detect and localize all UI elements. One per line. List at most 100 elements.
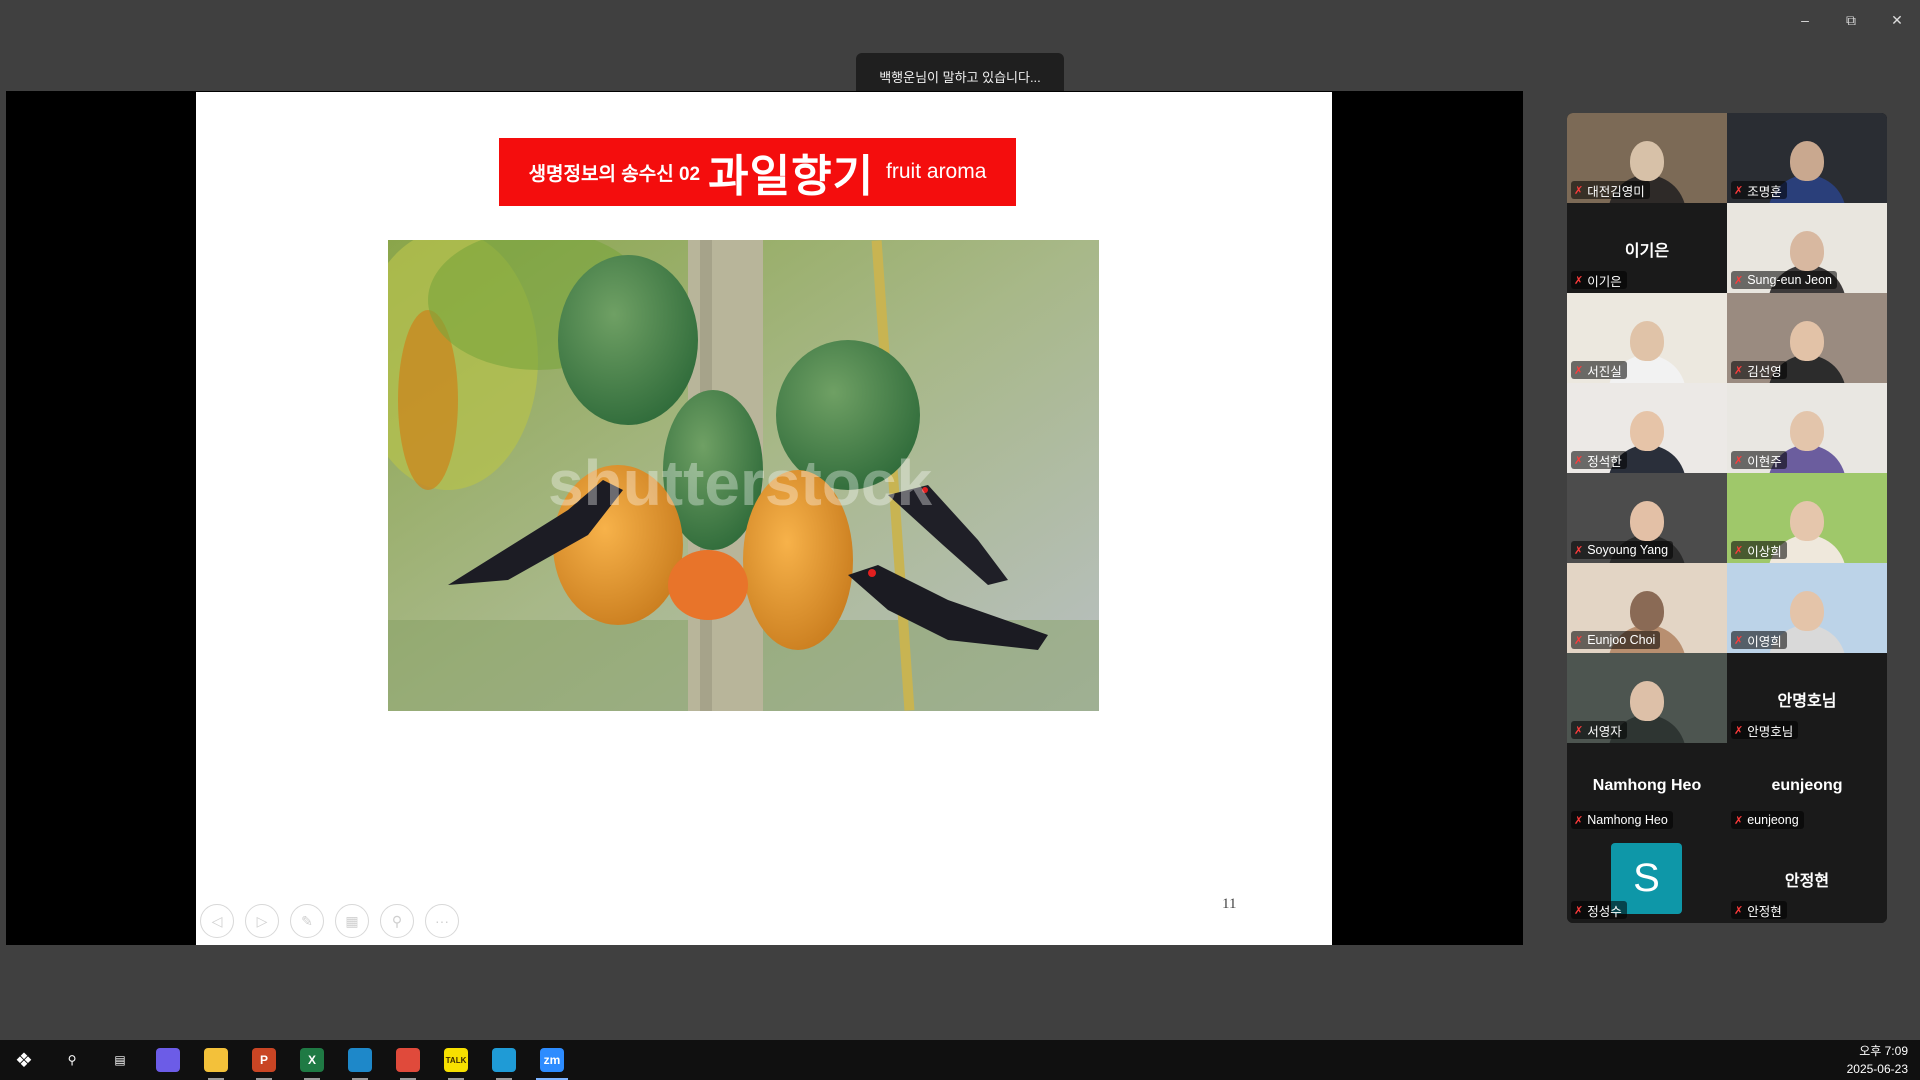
search-icon[interactable]: ⚲ <box>48 1040 96 1080</box>
excel-icon[interactable]: X <box>288 1040 336 1080</box>
task-view-glyph: ▤ <box>114 1053 126 1067</box>
muted-mic-icon: ✗ <box>1734 544 1744 557</box>
muted-mic-icon: ✗ <box>1574 634 1584 647</box>
participant-name-label: ✗ 김선영 <box>1731 361 1787 379</box>
slide-page-number: 11 <box>1222 896 1237 912</box>
participant-name: 이기은 <box>1587 274 1622 289</box>
participant-face <box>1630 681 1664 721</box>
powerpoint-icon[interactable]: P <box>240 1040 288 1080</box>
participant-tile[interactable]: ✗ Soyoung Yang <box>1567 473 1727 563</box>
chrome-icon[interactable] <box>384 1040 432 1080</box>
participant-name-label: ✗ Sung-eun Jeon <box>1731 271 1838 289</box>
participant-tile[interactable]: ✗ 대전김영미 <box>1567 113 1727 203</box>
participant-face <box>1790 411 1824 451</box>
participant-face <box>1790 501 1824 541</box>
start-icon[interactable]: ❖ <box>0 1040 48 1080</box>
participant-tile[interactable]: eunjeong ✗ eunjeong <box>1727 743 1887 833</box>
kakaotalk-icon[interactable]: TALK <box>432 1040 480 1080</box>
participant-tile[interactable]: ✗ Sung-eun Jeon <box>1727 203 1887 293</box>
participant-tile[interactable]: ✗ 이영희 <box>1727 563 1887 653</box>
participant-name: 대전김영미 <box>1587 184 1645 199</box>
windows-taskbar: ❖ ⚲ ▤ P X TALK zm <box>0 1040 1920 1080</box>
muted-mic-icon: ✗ <box>1574 904 1584 917</box>
muted-mic-icon: ✗ <box>1574 544 1584 557</box>
participant-tile[interactable]: ✗ 서진실 <box>1567 293 1727 383</box>
participant-name-label: ✗ Eunjoo Choi <box>1571 631 1661 649</box>
excel-glyph: X <box>300 1048 324 1072</box>
participant-name: 정성수 <box>1587 904 1622 919</box>
prev-slide-icon[interactable]: ◁ <box>200 904 234 938</box>
participant-tile[interactable]: 안정현 ✗ 안정현 <box>1727 833 1887 923</box>
search-glyph: ⚲ <box>67 1053 77 1067</box>
slide-title-main: 과일향기 <box>708 152 875 201</box>
pen-icon[interactable]: ✎ <box>290 904 324 938</box>
muted-mic-icon: ✗ <box>1574 364 1584 377</box>
task-view-icon[interactable]: ▤ <box>96 1040 144 1080</box>
file-explorer-icon[interactable] <box>192 1040 240 1080</box>
participant-face <box>1790 591 1824 631</box>
participant-name: 김선영 <box>1747 364 1782 379</box>
participant-tile[interactable]: ✗ 서영자 <box>1567 653 1727 743</box>
participant-name: 안명호님 <box>1747 724 1794 739</box>
close-icon[interactable]: ✕ <box>1874 0 1920 40</box>
muted-mic-icon: ✗ <box>1734 184 1744 197</box>
minimize-icon[interactable]: – <box>1782 0 1828 40</box>
participant-tile[interactable]: ✗ 정석한 <box>1567 383 1727 473</box>
participant-tile[interactable]: ✗ 이상희 <box>1727 473 1887 563</box>
participant-name-label: ✗ eunjeong <box>1731 811 1804 829</box>
powerpoint-glyph: P <box>252 1048 276 1072</box>
copilot-glyph <box>156 1048 180 1072</box>
participant-name: 정석한 <box>1587 454 1622 469</box>
app-blue-icon[interactable] <box>336 1040 384 1080</box>
participant-tile[interactable]: 이기은 ✗ 이기은 <box>1567 203 1727 293</box>
participant-display-name: 안명호님 <box>1777 693 1837 710</box>
participant-tile[interactable]: ✗ 이현주 <box>1727 383 1887 473</box>
window-controls: – ⧉ ✕ <box>1782 0 1920 40</box>
participant-name-label: ✗ 안정현 <box>1731 901 1787 919</box>
participant-name-label: ✗ 조명훈 <box>1731 181 1787 199</box>
edge-icon[interactable] <box>480 1040 528 1080</box>
participant-tile[interactable]: 안명호님 ✗ 안명호님 <box>1727 653 1887 743</box>
muted-mic-icon: ✗ <box>1734 364 1744 377</box>
participant-face <box>1790 141 1824 181</box>
more-icon[interactable]: ··· <box>425 904 459 938</box>
slide-title-prefix: 생명정보의 송수신 02 <box>528 163 701 185</box>
clock-time: 오후 7:09 <box>1859 1044 1908 1058</box>
participant-name: 안정현 <box>1747 904 1782 919</box>
participant-name-label: ✗ 정성수 <box>1571 901 1627 919</box>
papaya-birds-photo: shutterstock <box>388 240 1099 711</box>
zoom-glyph: zm <box>540 1048 564 1072</box>
participant-tile[interactable]: ✗ Eunjoo Choi <box>1567 563 1727 653</box>
participant-name-label: ✗ Namhong Heo <box>1571 811 1673 829</box>
participant-name-label: ✗ 안명호님 <box>1731 721 1799 739</box>
participant-tile[interactable]: S ✗ 정성수 <box>1567 833 1727 923</box>
participant-name: 이영희 <box>1747 634 1782 649</box>
chrome-glyph <box>396 1048 420 1072</box>
zoom-icon[interactable]: zm <box>528 1040 576 1080</box>
presentation-slide: 생명정보의 송수신 02 과일향기 fruit aroma shuttersto… <box>196 92 1332 945</box>
muted-mic-icon: ✗ <box>1734 724 1744 737</box>
participant-tile[interactable]: ✗ 김선영 <box>1727 293 1887 383</box>
participant-name: Sung-eun Jeon <box>1747 273 1833 287</box>
zoom-icon[interactable]: ⚲ <box>380 904 414 938</box>
participant-tile[interactable]: Namhong Heo ✗ Namhong Heo <box>1567 743 1727 833</box>
taskbar-clock[interactable]: 오후 7:09 2025-06-23 <box>1847 1042 1908 1078</box>
slides-grid-icon[interactable]: ▦ <box>335 904 369 938</box>
next-slide-icon[interactable]: ▷ <box>245 904 279 938</box>
muted-mic-icon: ✗ <box>1734 634 1744 647</box>
copilot-icon[interactable] <box>144 1040 192 1080</box>
participant-name: Soyoung Yang <box>1587 543 1669 557</box>
restore-icon[interactable]: ⧉ <box>1828 0 1874 40</box>
participant-tile[interactable]: ✗ 조명훈 <box>1727 113 1887 203</box>
kakaotalk-glyph: TALK <box>444 1048 468 1072</box>
participant-name: Namhong Heo <box>1587 813 1668 827</box>
participant-name-label: ✗ 이현주 <box>1731 451 1787 469</box>
start-glyph: ❖ <box>15 1049 33 1072</box>
slide-title-english: fruit aroma <box>886 160 987 183</box>
muted-mic-icon: ✗ <box>1734 814 1744 827</box>
muted-mic-icon: ✗ <box>1574 454 1584 467</box>
participant-name-label: ✗ 이상희 <box>1731 541 1787 559</box>
participant-face <box>1790 231 1824 271</box>
muted-mic-icon: ✗ <box>1734 274 1744 287</box>
participant-face <box>1790 321 1824 361</box>
